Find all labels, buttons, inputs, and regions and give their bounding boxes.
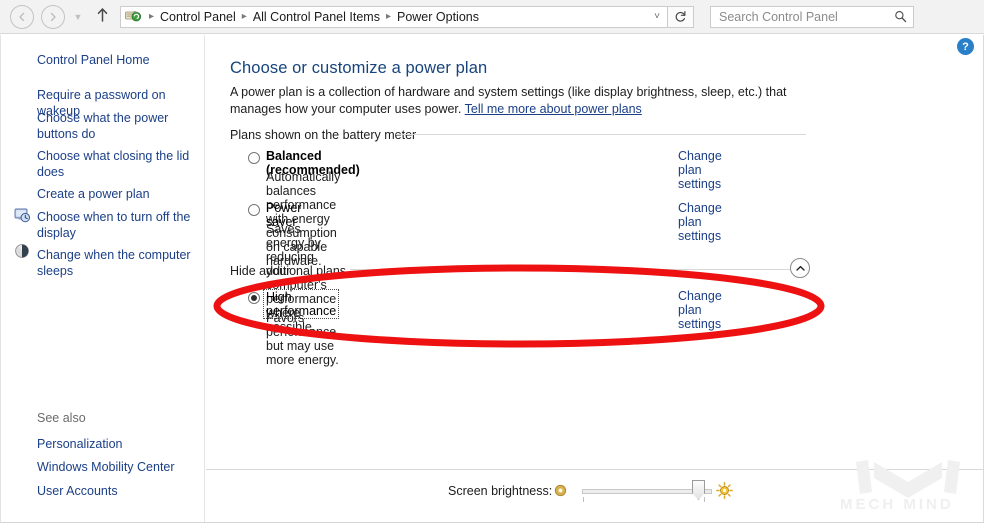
sidebar-item-turn-off-display-line1: Choose when to turn off the: [37, 210, 191, 224]
sidebar-item-turn-off-display-line2: display: [37, 226, 76, 240]
group-rule-battery-meter: [396, 134, 806, 135]
arrow-left-circle-icon: [19, 12, 25, 21]
recent-locations-button[interactable]: ▼: [71, 12, 85, 22]
sidebar-item-turn-off-display[interactable]: Choose when to turn off the display: [37, 209, 190, 241]
refresh-button[interactable]: [668, 5, 694, 28]
tell-me-more-link[interactable]: Tell me more about power plans: [465, 102, 642, 116]
address-bar[interactable]: ▸ Control Panel ▸ All Control Panel Item…: [120, 5, 668, 28]
change-plan-settings-high-performance[interactable]: Change plan settings: [678, 289, 722, 331]
main-panel: Choose or customize a power plan A power…: [206, 35, 983, 522]
back-button[interactable]: [10, 4, 34, 29]
control-panel-icon: [125, 9, 142, 24]
window-body: Control Panel Home Require a password on…: [0, 35, 984, 523]
see-also-heading: See also: [37, 411, 86, 425]
sidebar-item-power-buttons-line2: buttons do: [37, 127, 96, 141]
chevron-up-icon: [795, 265, 805, 271]
brightness-tick-max: [704, 497, 705, 502]
sidebar-item-closing-lid-line2: does: [37, 165, 65, 179]
screen-brightness-label: Screen brightness:: [448, 484, 553, 498]
up-one-level-button[interactable]: [92, 7, 112, 27]
group-header-hide-additional-plans[interactable]: Hide additional plans: [230, 264, 346, 278]
plan-description-high-performance: Favors performance, but may use more ene…: [266, 311, 340, 367]
change-plan-settings-balanced[interactable]: Change plan settings: [678, 149, 722, 191]
help-button[interactable]: ?: [957, 38, 974, 55]
window-toolbar: ▼ ▸ Control Panel ▸ All Control Panel It…: [0, 0, 984, 34]
brightness-slider-fill: [583, 490, 701, 493]
collapse-additional-plans-button[interactable]: [790, 258, 810, 278]
radio-high-performance[interactable]: [248, 292, 260, 304]
sidebar-item-closing-lid-line1: Choose what closing the lid: [37, 149, 190, 163]
sidebar: Control Panel Home Require a password on…: [1, 35, 205, 522]
breadcrumb: ▸ Control Panel ▸ All Control Panel Item…: [145, 10, 649, 24]
sidebar-item-power-buttons-line1: Choose what the power: [37, 111, 169, 125]
search-box[interactable]: [710, 5, 914, 28]
group-header-battery-meter: Plans shown on the battery meter: [230, 128, 417, 142]
sidebar-item-create-power-plan[interactable]: Create a power plan: [37, 186, 150, 202]
page-description: A power plan is a collection of hardware…: [230, 84, 820, 118]
page-title: Choose or customize a power plan: [230, 59, 488, 77]
breadcrumb-item-all-control-panel-items[interactable]: All Control Panel Items: [251, 10, 382, 24]
breadcrumb-separator-2: ▸: [385, 11, 391, 22]
breadcrumb-item-control-panel[interactable]: Control Panel: [158, 10, 238, 24]
sidebar-item-personalization[interactable]: Personalization: [37, 436, 122, 452]
moon-sleep-icon: [14, 243, 30, 259]
arrow-up-icon: [97, 7, 107, 22]
radio-balanced[interactable]: [248, 152, 260, 164]
address-dropdown-icon[interactable]: ˅: [649, 11, 665, 22]
bottom-divider: [206, 469, 983, 470]
sidebar-item-control-panel-home[interactable]: Control Panel Home: [37, 52, 150, 68]
help-icon: ?: [962, 40, 969, 53]
refresh-icon: [675, 11, 686, 22]
dim-sun-icon: [554, 484, 567, 500]
breadcrumb-item-power-options[interactable]: Power Options: [395, 10, 481, 24]
search-input[interactable]: [717, 8, 894, 25]
monitor-clock-icon: [14, 207, 30, 223]
sidebar-item-windows-mobility-center[interactable]: Windows Mobility Center: [37, 459, 175, 475]
forward-button[interactable]: [41, 4, 65, 29]
radio-power-saver[interactable]: [248, 204, 260, 216]
sidebar-item-power-buttons[interactable]: Choose what the power buttons do: [37, 110, 168, 142]
sidebar-item-computer-sleeps-line2: sleeps: [37, 264, 74, 278]
search-icon: [894, 10, 907, 23]
sidebar-item-closing-lid[interactable]: Choose what closing the lid does: [37, 148, 189, 180]
sidebar-item-computer-sleeps-line1: Change when the computer: [37, 248, 191, 262]
change-plan-settings-power-saver[interactable]: Change plan settings: [678, 201, 722, 243]
breadcrumb-separator-1: ▸: [241, 11, 247, 22]
sidebar-item-user-accounts[interactable]: User Accounts: [37, 483, 118, 499]
breadcrumb-separator-0: ▸: [149, 11, 155, 22]
brightness-tick-min: [583, 497, 584, 502]
sidebar-item-computer-sleeps[interactable]: Change when the computer sleeps: [37, 247, 191, 279]
bright-sun-icon: [716, 482, 733, 502]
group-rule-additional-plans: [350, 269, 790, 270]
arrow-right-circle-icon: [50, 12, 56, 21]
